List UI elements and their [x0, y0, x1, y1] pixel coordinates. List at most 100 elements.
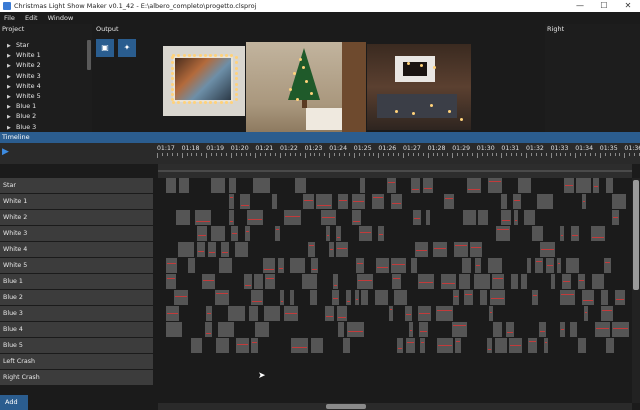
light-event-block[interactable] — [311, 338, 323, 353]
light-event-block[interactable] — [527, 258, 531, 273]
light-event-block[interactable] — [218, 322, 234, 337]
light-event-block[interactable] — [174, 290, 188, 305]
light-event-block[interactable] — [595, 322, 610, 337]
light-event-block[interactable] — [272, 194, 277, 209]
light-event-block[interactable] — [487, 338, 492, 353]
light-event-block[interactable] — [244, 274, 252, 289]
light-event-block[interactable] — [290, 290, 294, 305]
light-event-block[interactable] — [338, 194, 348, 209]
light-event-block[interactable] — [411, 258, 417, 273]
light-event-block[interactable] — [560, 290, 575, 305]
light-event-block[interactable] — [347, 322, 364, 337]
light-event-block[interactable] — [346, 290, 351, 305]
project-item[interactable]: ▶ Blue 1 — [0, 101, 86, 111]
light-event-block[interactable] — [361, 290, 368, 305]
light-event-block[interactable] — [316, 194, 332, 209]
lane-label[interactable]: Left Crash — [0, 354, 153, 369]
lane-track[interactable] — [158, 242, 632, 257]
light-event-block[interactable] — [478, 210, 488, 225]
light-event-block[interactable] — [492, 274, 504, 289]
light-event-block[interactable] — [420, 338, 425, 353]
light-event-block[interactable] — [551, 274, 555, 289]
light-event-block[interactable] — [235, 242, 248, 257]
light-event-block[interactable] — [229, 210, 234, 225]
light-event-block[interactable] — [406, 338, 415, 353]
add-button[interactable]: Add — [0, 395, 28, 410]
light-event-block[interactable] — [423, 178, 433, 193]
lane-label[interactable]: Blue 3 — [0, 306, 153, 321]
light-event-block[interactable] — [444, 194, 454, 209]
close-button[interactable]: ✕ — [616, 0, 640, 12]
light-event-block[interactable] — [453, 290, 459, 305]
light-event-block[interactable] — [278, 258, 284, 273]
light-event-block[interactable] — [604, 258, 611, 273]
light-event-block[interactable] — [462, 258, 471, 273]
light-event-block[interactable] — [337, 306, 347, 321]
light-event-block[interactable] — [197, 242, 205, 257]
light-event-block[interactable] — [166, 274, 176, 289]
light-event-block[interactable] — [352, 210, 361, 225]
light-event-block[interactable] — [188, 258, 195, 273]
light-event-block[interactable] — [195, 210, 211, 225]
lane-track[interactable] — [158, 354, 632, 369]
light-event-block[interactable] — [606, 178, 613, 193]
lane-label[interactable]: White 5 — [0, 258, 153, 273]
light-event-block[interactable] — [571, 226, 579, 241]
light-event-block[interactable] — [249, 306, 258, 321]
project-item[interactable]: ▶ White 3 — [0, 71, 86, 81]
light-event-block[interactable] — [391, 194, 402, 209]
light-event-block[interactable] — [253, 178, 270, 193]
light-event-block[interactable] — [441, 274, 456, 289]
lane-track[interactable] — [158, 370, 632, 385]
light-event-block[interactable] — [221, 242, 229, 257]
light-bulb-icon[interactable]: ✦ — [118, 39, 136, 57]
lane-label[interactable]: Star — [0, 178, 153, 193]
light-event-block[interactable] — [311, 258, 318, 273]
light-event-block[interactable] — [570, 322, 577, 337]
light-event-block[interactable] — [532, 226, 543, 241]
light-event-block[interactable] — [524, 210, 535, 225]
lane-label[interactable]: Blue 1 — [0, 274, 153, 289]
light-event-block[interactable] — [566, 258, 579, 273]
light-event-block[interactable] — [208, 242, 216, 257]
light-event-block[interactable] — [518, 178, 531, 193]
project-item[interactable]: ▶ White 4 — [0, 81, 86, 91]
light-event-block[interactable] — [290, 258, 305, 273]
light-event-block[interactable] — [394, 290, 407, 305]
light-event-block[interactable] — [474, 274, 490, 289]
light-event-block[interactable] — [397, 338, 403, 353]
light-event-block[interactable] — [612, 322, 629, 337]
light-event-block[interactable] — [467, 178, 481, 193]
light-event-block[interactable] — [532, 290, 538, 305]
play-button[interactable]: ▶ — [2, 146, 14, 159]
light-event-block[interactable] — [391, 258, 406, 273]
light-event-block[interactable] — [166, 322, 182, 337]
light-event-block[interactable] — [521, 274, 527, 289]
light-event-block[interactable] — [387, 178, 396, 193]
light-event-block[interactable] — [251, 338, 258, 353]
light-event-block[interactable] — [325, 306, 334, 321]
expand-arrow-icon[interactable]: ▶ — [7, 112, 16, 122]
light-event-block[interactable] — [355, 290, 359, 305]
light-event-block[interactable] — [202, 274, 215, 289]
light-event-block[interactable] — [557, 258, 561, 273]
light-event-block[interactable] — [513, 194, 521, 209]
lane-label[interactable]: Blue 4 — [0, 322, 153, 337]
lane-label[interactable]: White 3 — [0, 226, 153, 241]
light-event-block[interactable] — [280, 290, 284, 305]
light-event-block[interactable] — [560, 226, 564, 241]
light-event-block[interactable] — [295, 178, 306, 193]
light-event-block[interactable] — [357, 274, 373, 289]
light-event-block[interactable] — [247, 210, 263, 225]
lane-label[interactable]: White 2 — [0, 210, 153, 225]
light-event-block[interactable] — [166, 178, 176, 193]
image-icon[interactable]: ▣ — [96, 39, 114, 57]
light-event-block[interactable] — [251, 290, 263, 305]
light-event-block[interactable] — [489, 306, 493, 321]
light-event-block[interactable] — [197, 226, 207, 241]
light-event-block[interactable] — [219, 258, 232, 273]
light-event-block[interactable] — [211, 226, 225, 241]
light-event-block[interactable] — [360, 178, 365, 193]
timeline-horizontal-scrollbar[interactable] — [158, 403, 632, 410]
menu-edit[interactable]: Edit — [21, 12, 42, 24]
